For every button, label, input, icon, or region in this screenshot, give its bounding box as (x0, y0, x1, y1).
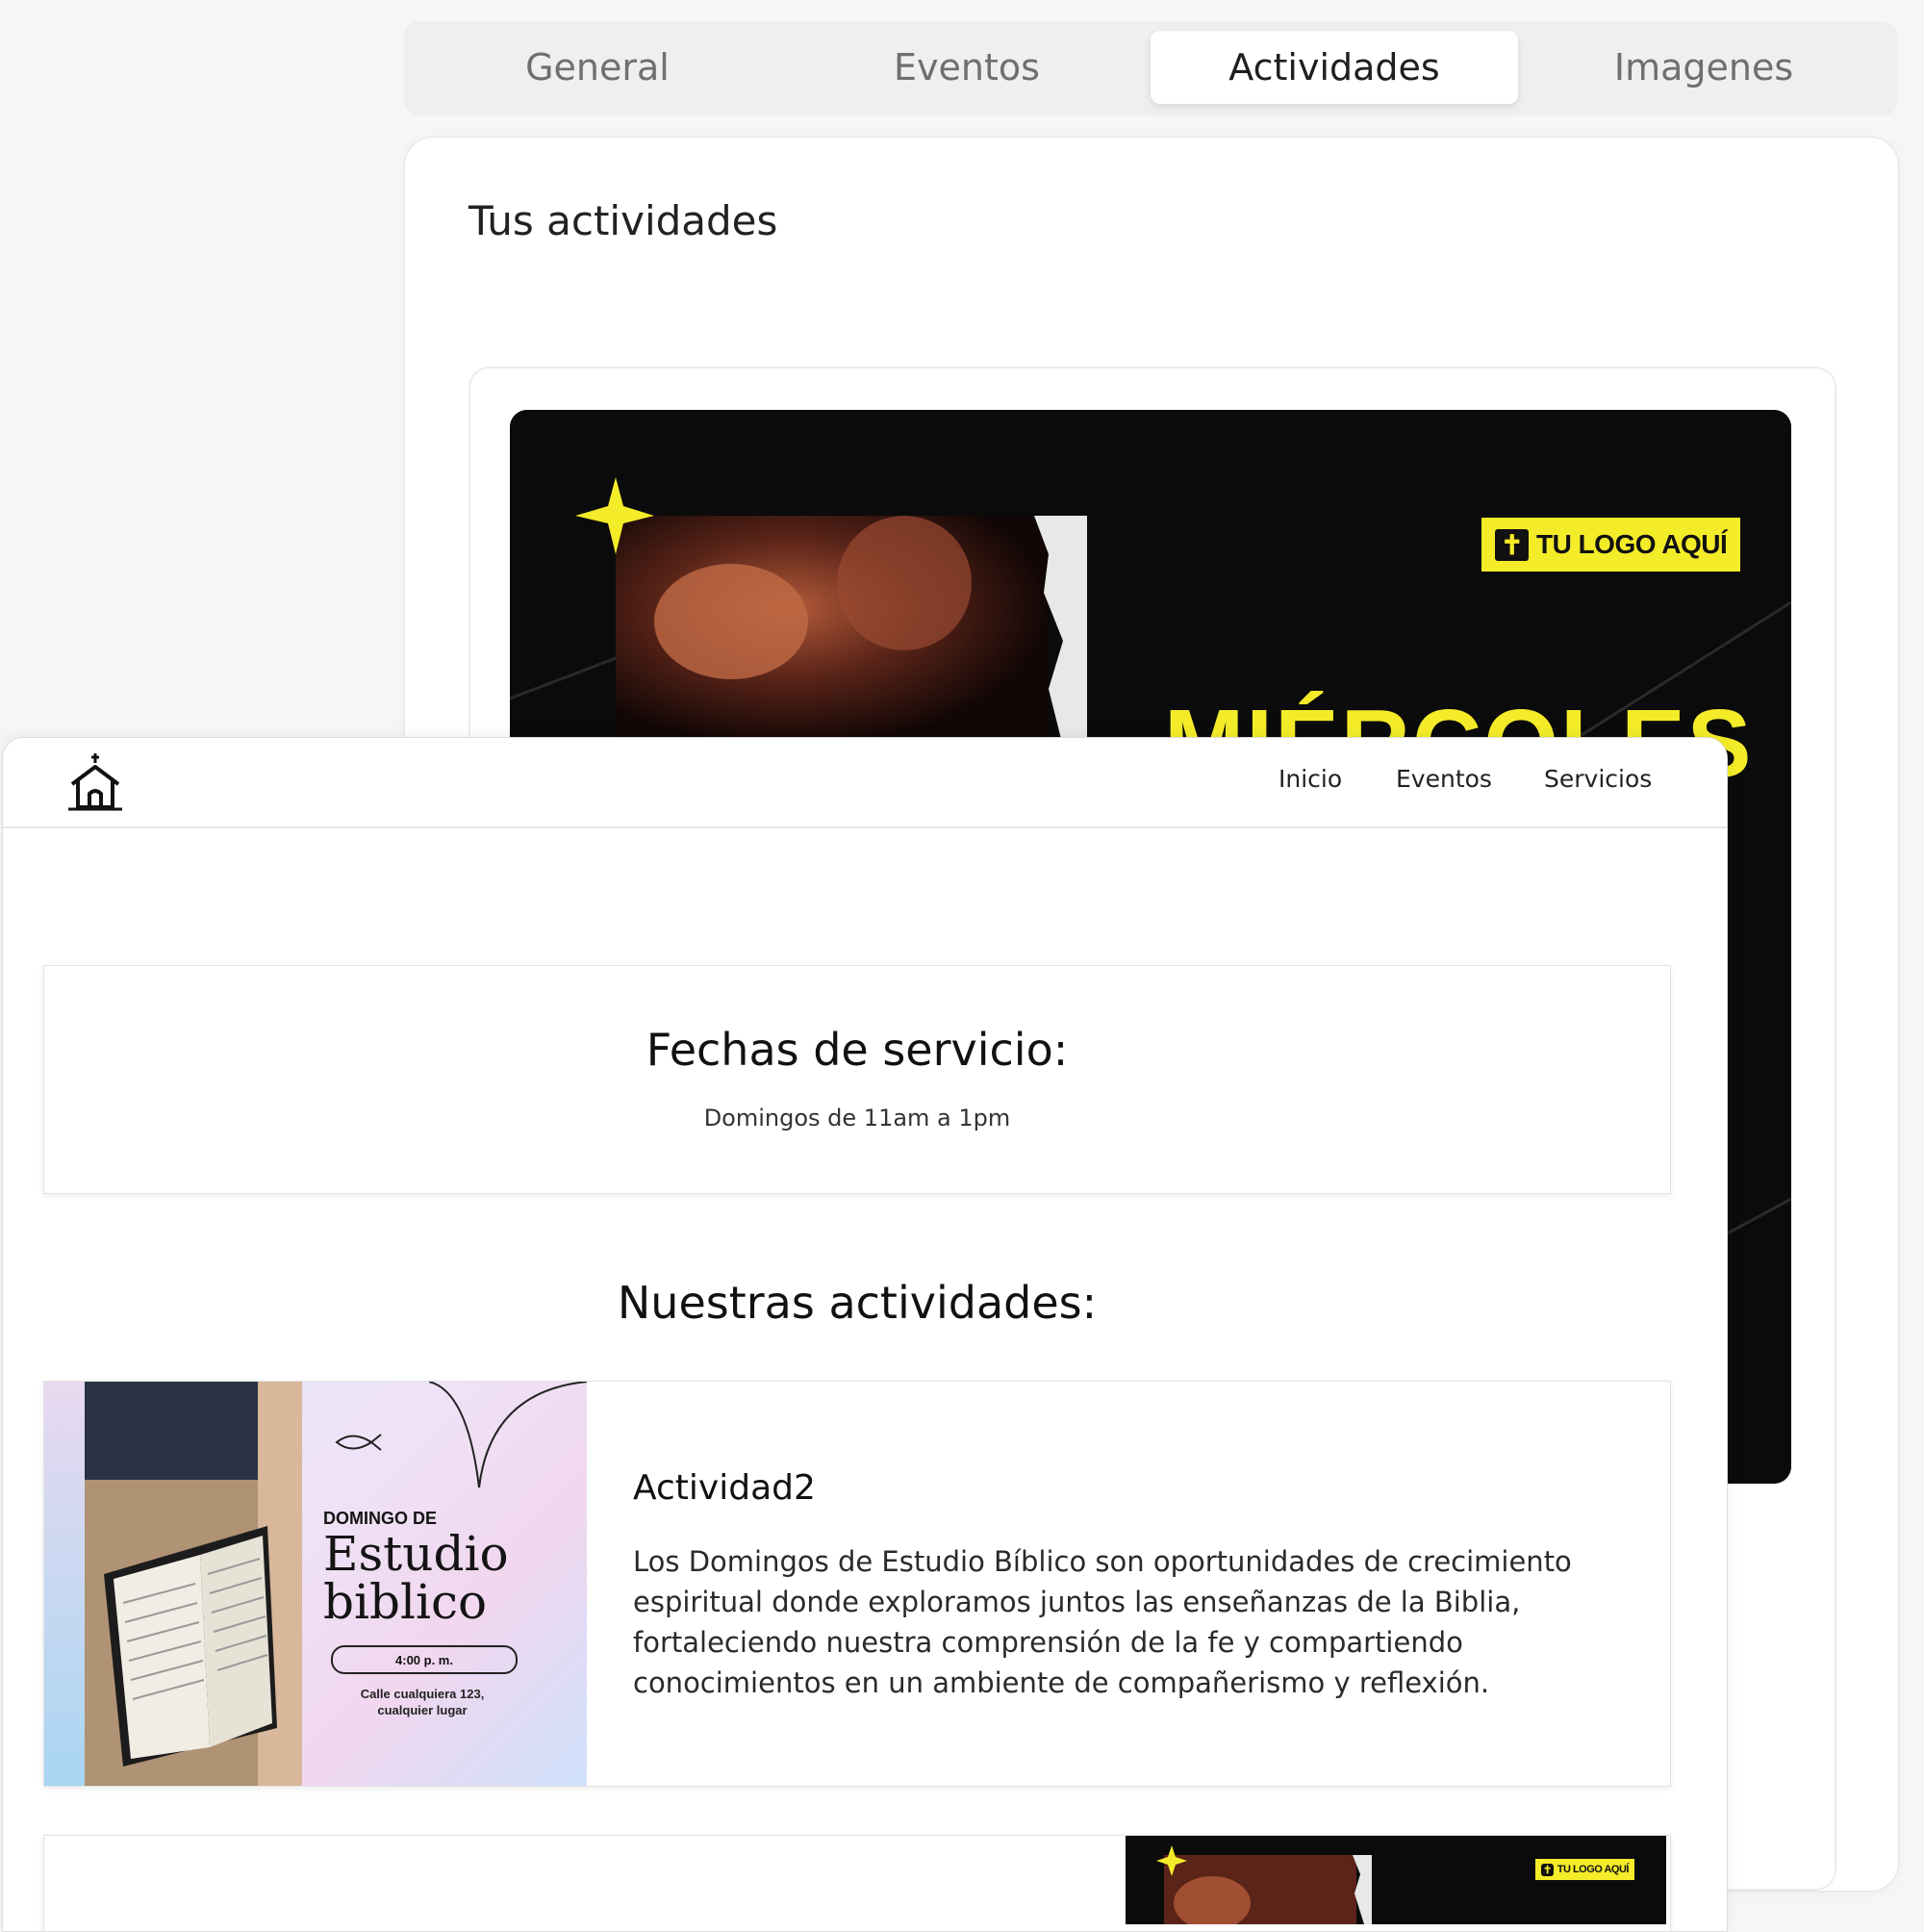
site-preview-window: Inicio Eventos Servicios Fechas de servi… (2, 737, 1728, 1932)
bible-photo (85, 1382, 302, 1786)
tab-general[interactable]: General (414, 31, 781, 104)
cross-icon: ✝ (1495, 528, 1529, 561)
flyer-time-pill: 4:00 p. m. (331, 1645, 518, 1674)
flyer-title-line2: biblico (323, 1574, 488, 1630)
activity-description: Los Domingos de Estudio Bíblico son opor… (633, 1545, 1572, 1699)
tab-eventos[interactable]: Eventos (783, 31, 1151, 104)
activity-list-item[interactable]: DOMINGO DE Estudio biblico 4:00 p. m. Ca… (43, 1381, 1671, 1787)
open-bible-illustration (85, 1382, 302, 1786)
panel-title: Tus actividades (468, 197, 778, 244)
tab-imagenes[interactable]: Imagenes (1520, 31, 1887, 104)
flyer-address-line2: cualquier lugar (377, 1703, 468, 1717)
cross-icon: ✝ (1541, 1863, 1554, 1876)
nav-inicio[interactable]: Inicio (1278, 765, 1342, 793)
activity-name: Actividad2 (633, 1468, 816, 1508)
service-dates-title: Fechas de servicio: (646, 1024, 1069, 1076)
tab-actividades[interactable]: Actividades (1151, 31, 1518, 104)
logo-placeholder-text: TU LOGO AQUÍ (1535, 529, 1728, 559)
activity-flyer-thumbnail: ✝ TU LOGO AQUÍ (1126, 1836, 1666, 1924)
activities-section-title: Nuestras actividades: (617, 1277, 1098, 1329)
church-icon[interactable] (66, 751, 124, 813)
arch-decoration (429, 1382, 587, 1488)
service-dates-card: Fechas de servicio: Domingos de 11am a 1… (43, 965, 1671, 1194)
flyer-address: Calle cualquiera 123, cualquier lugar (323, 1686, 521, 1718)
thumbnail-strip (44, 1382, 85, 1786)
logo-placeholder-badge: ✝ TU LOGO AQUÍ (1535, 1859, 1634, 1880)
flyer-title-line1: Estudio (323, 1526, 509, 1582)
fish-icon (335, 1434, 382, 1451)
activity-thumbnail: DOMINGO DE Estudio biblico 4:00 p. m. Ca… (44, 1382, 587, 1786)
service-dates-text: Domingos de 11am a 1pm (703, 1105, 1011, 1131)
nav-servicios[interactable]: Servicios (1544, 765, 1652, 793)
tab-bar: General Eventos Actividades Imagenes (404, 21, 1897, 115)
site-navbar: Inicio Eventos Servicios (3, 738, 1727, 828)
nav-eventos[interactable]: Eventos (1396, 765, 1492, 793)
logo-placeholder-badge: ✝ TU LOGO AQUÍ (1481, 518, 1741, 572)
flyer-address-line1: Calle cualquiera 123, (360, 1687, 485, 1701)
logo-placeholder-text: TU LOGO AQUÍ (1557, 1864, 1630, 1875)
flyer-thumbnail-artwork (1126, 1836, 1666, 1924)
